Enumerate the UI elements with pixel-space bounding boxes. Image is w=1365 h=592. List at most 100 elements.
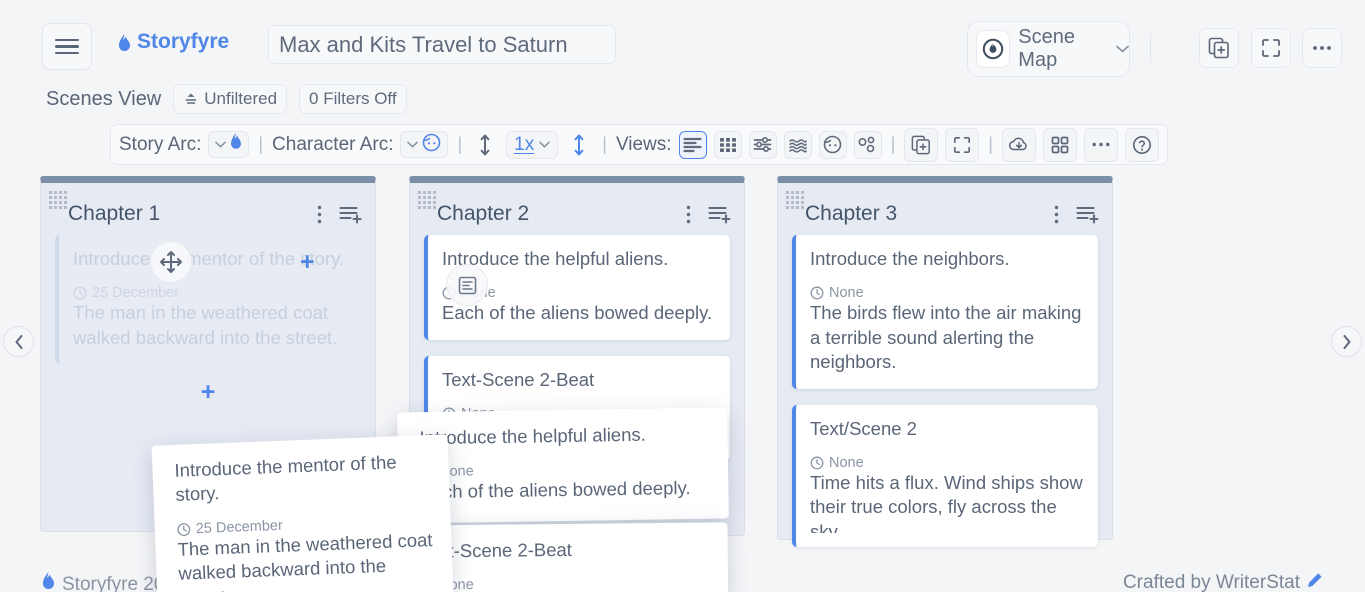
pencil-icon[interactable] bbox=[1307, 572, 1323, 592]
apps-grid-button[interactable] bbox=[1043, 128, 1077, 162]
scene-card-placeholder[interactable]: Introduce the mentor of the story. 25 De… bbox=[55, 235, 361, 364]
scene-card[interactable]: Introduce the neighbors. None The birds … bbox=[792, 235, 1098, 389]
waves-view-icon bbox=[788, 137, 808, 153]
scenes-view-label: Scenes View bbox=[46, 88, 161, 111]
fullscreen-board-button[interactable] bbox=[945, 128, 979, 162]
character-face-icon bbox=[823, 135, 842, 154]
scene-card-title: Text-Scene 2-Beat bbox=[420, 536, 710, 563]
menu-button[interactable] bbox=[42, 23, 92, 70]
chevron-down-icon bbox=[1116, 42, 1129, 56]
zoom-in-button[interactable] bbox=[565, 131, 593, 159]
add-scene-icon[interactable] bbox=[339, 202, 363, 226]
kebab-menu-icon[interactable] bbox=[1044, 202, 1068, 226]
chevron-right-icon bbox=[1341, 334, 1353, 350]
chevron-down-icon bbox=[539, 139, 550, 151]
header-divider bbox=[1150, 34, 1151, 62]
story-title-input[interactable] bbox=[268, 25, 616, 64]
scene-card-title: Text/Scene 2 bbox=[810, 417, 1084, 441]
kebab-menu-icon[interactable] bbox=[307, 202, 331, 226]
chapter-title: Chapter 2 bbox=[434, 202, 676, 226]
unfiltered-pill[interactable]: Unfiltered bbox=[173, 84, 287, 114]
chapter-title: Chapter 3 bbox=[802, 202, 1044, 226]
view-grid-button[interactable] bbox=[714, 131, 742, 159]
chapter-cards: Introduce the neighbors. None The birds … bbox=[778, 235, 1112, 565]
arrows-vertical-blue-icon bbox=[573, 134, 585, 156]
scene-card-title: Text-Scene 2-Beat bbox=[442, 368, 716, 392]
scene-card-text: The birds flew into the air making a ter… bbox=[810, 301, 1084, 374]
view-character-button[interactable] bbox=[819, 131, 847, 159]
ellipsis-icon bbox=[1311, 44, 1333, 52]
character-arc-label: Character Arc: bbox=[272, 134, 393, 156]
drag-grip-icon[interactable] bbox=[786, 191, 807, 208]
scene-card-text: The man in the weathered coat walked bac… bbox=[73, 301, 347, 350]
clock-icon bbox=[73, 286, 87, 300]
note-document-icon[interactable] bbox=[446, 264, 488, 306]
footer-credit[interactable]: Crafted by WriterStat bbox=[1123, 572, 1323, 592]
hamburger-icon bbox=[55, 35, 79, 59]
view-mode-selector[interactable]: Scene Map bbox=[967, 21, 1130, 77]
chapter-column-3[interactable]: Chapter 3 Introduce the neighbors. None … bbox=[777, 176, 1113, 540]
toolbar-separator: | bbox=[258, 134, 263, 155]
dragging-card-mentor[interactable]: Introduce the mentor of the story. 25 De… bbox=[152, 434, 455, 592]
board-next-button[interactable] bbox=[1331, 326, 1362, 357]
more-options-button[interactable] bbox=[1302, 28, 1342, 68]
copy-plus-icon bbox=[1208, 37, 1230, 59]
list-view-icon bbox=[683, 137, 702, 153]
chapter-title: Chapter 1 bbox=[65, 202, 307, 226]
character-arc-select[interactable] bbox=[400, 131, 448, 158]
drag-grip-icon[interactable] bbox=[49, 191, 70, 208]
scene-card-title: Introduce the neighbors. bbox=[810, 247, 1084, 271]
zoom-level-value: 1x bbox=[514, 136, 534, 154]
brand-logo[interactable]: Storyfyre bbox=[118, 30, 229, 54]
scene-board: Chapter 1 Introduce the mentor of the st… bbox=[0, 172, 1365, 540]
add-scene-icon[interactable] bbox=[708, 202, 732, 226]
scene-card-title: Introduce the helpful aliens. bbox=[442, 247, 716, 271]
kebab-menu-icon[interactable] bbox=[676, 202, 700, 226]
zoom-out-button[interactable] bbox=[471, 131, 499, 159]
view-waves-button[interactable] bbox=[784, 131, 812, 159]
views-label: Views: bbox=[616, 134, 672, 156]
cloud-download-icon bbox=[1008, 136, 1030, 154]
grid-view-icon bbox=[719, 137, 737, 153]
scene-card-text: Each of the aliens bowed deeply. bbox=[442, 301, 716, 325]
filter-icon bbox=[183, 91, 199, 107]
scene-card-date: 25 December bbox=[92, 285, 179, 301]
filters-off-pill[interactable]: 0 Filters Off bbox=[299, 84, 407, 114]
chapter-header: Chapter 2 bbox=[410, 183, 744, 235]
story-arc-select[interactable] bbox=[208, 131, 249, 158]
fullscreen-button[interactable] bbox=[1251, 28, 1291, 68]
add-card-button[interactable]: + bbox=[55, 380, 361, 405]
view-molecule-button[interactable] bbox=[854, 131, 882, 159]
view-list-button[interactable] bbox=[679, 131, 707, 159]
help-button[interactable] bbox=[1125, 128, 1159, 162]
move-cross-icon[interactable] bbox=[150, 241, 192, 283]
apps-grid-icon bbox=[1051, 136, 1069, 154]
duplicate-board-button[interactable] bbox=[904, 128, 938, 162]
duplicate-view-button[interactable] bbox=[1199, 28, 1239, 68]
scene-card-meta: None bbox=[420, 575, 710, 592]
unfiltered-label: Unfiltered bbox=[204, 89, 277, 109]
arrows-vertical-gray-icon bbox=[479, 134, 491, 156]
molecule-icon bbox=[858, 136, 878, 154]
expand-icon bbox=[953, 136, 971, 154]
view-sliders-button[interactable] bbox=[749, 131, 777, 159]
add-card-inline-button[interactable]: + bbox=[300, 250, 315, 275]
chevron-left-icon bbox=[13, 334, 25, 350]
character-face-icon bbox=[422, 133, 441, 157]
board-prev-button[interactable] bbox=[3, 326, 34, 357]
brand-name: Storyfyre bbox=[137, 30, 229, 54]
toolbar-separator: | bbox=[988, 134, 993, 155]
more-tools-button[interactable] bbox=[1084, 128, 1118, 162]
drag-grip-icon[interactable] bbox=[418, 191, 439, 208]
chevron-down-icon bbox=[407, 139, 418, 151]
add-scene-icon[interactable] bbox=[1076, 202, 1100, 226]
scene-card[interactable]: Text/Scene 2 None Time hits a flux. Wind… bbox=[792, 405, 1098, 547]
toolbar-separator: | bbox=[891, 134, 896, 155]
cloud-download-button[interactable] bbox=[1002, 128, 1036, 162]
flame-icon bbox=[118, 34, 131, 53]
chapter-header: Chapter 1 bbox=[41, 183, 375, 235]
clock-icon bbox=[810, 286, 824, 300]
clock-icon bbox=[810, 456, 824, 470]
scene-card-text: The man in the weathered coat walked bac… bbox=[177, 528, 436, 592]
zoom-level-select[interactable]: 1x bbox=[506, 131, 558, 159]
